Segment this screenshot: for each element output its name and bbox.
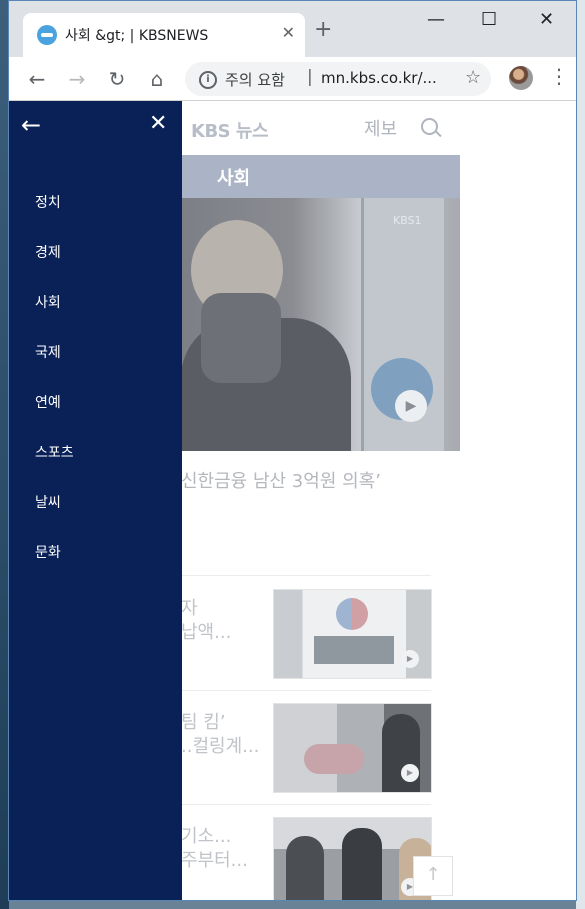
list-item-line: 주부터... — [181, 850, 248, 871]
star-icon[interactable]: ☆ — [465, 67, 481, 88]
kbs-favicon-icon — [37, 25, 57, 45]
info-icon[interactable]: i — [199, 71, 217, 89]
headline[interactable]: 신한금융 남산 3억원 의혹’ — [181, 467, 381, 493]
divider — [181, 804, 431, 805]
report-link[interactable]: 제보 — [364, 115, 397, 141]
kbs-news-logo[interactable]: KBS 뉴스 — [191, 117, 269, 143]
address-bar[interactable]: i 주의 요함 | mn.kbs.co.kr/... ☆ — [185, 62, 491, 96]
scroll-to-top-button[interactable]: ↑ — [413, 856, 453, 896]
play-icon[interactable]: ▶ — [395, 390, 427, 422]
list-item-thumbnail[interactable]: ▶ — [273, 817, 432, 900]
browser-window: 사회 &gt; | KBSNEWS ✕ + — ☐ ✕ ← → ↻ ⌂ i 주의… — [8, 0, 577, 901]
tab-title: 사회 &gt; | KBSNEWS — [65, 28, 209, 44]
url-text[interactable]: mn.kbs.co.kr/... — [321, 69, 437, 87]
list-item-line: 자 — [181, 598, 198, 619]
desktop-background-right — [576, 0, 585, 909]
list-item-line: ..컬링계... — [181, 736, 260, 757]
play-icon[interactable]: ▶ — [401, 764, 419, 782]
security-warning: 주의 요함 — [225, 71, 285, 89]
divider — [181, 690, 431, 691]
close-icon[interactable]: ✕ — [149, 111, 167, 136]
home-icon[interactable]: ⌂ — [143, 65, 171, 93]
hero-scarf — [201, 293, 281, 383]
list-item-title[interactable]: 기소... 주부터... — [181, 825, 248, 873]
minimize-button[interactable]: — — [427, 9, 445, 30]
menu-item-economy[interactable]: 경제 — [35, 242, 61, 262]
profile-avatar[interactable] — [509, 66, 533, 90]
menu-item-politics[interactable]: 정치 — [35, 192, 61, 212]
list-item-thumbnail[interactable]: ▶ — [273, 703, 432, 793]
browser-toolbar: ← → ↻ ⌂ i 주의 요함 | mn.kbs.co.kr/... ☆ ⋮ — [9, 57, 576, 101]
back-icon[interactable]: ← — [23, 65, 51, 93]
menu-item-international[interactable]: 국제 — [35, 342, 61, 362]
page-scrollbar[interactable] — [576, 101, 577, 901]
government-emblem-icon — [336, 598, 368, 630]
menu-item-entertainment[interactable]: 연예 — [35, 392, 61, 412]
divider — [181, 575, 431, 576]
menu-item-sports[interactable]: 스포츠 — [35, 442, 74, 462]
signboard — [314, 636, 394, 664]
forward-icon[interactable]: → — [63, 65, 91, 93]
person — [342, 828, 382, 900]
browser-titlebar: 사회 &gt; | KBSNEWS ✕ + — ☐ ✕ — [9, 1, 576, 57]
menu-item-weather[interactable]: 날씨 — [35, 492, 61, 512]
section-header: 사회 — [181, 155, 460, 198]
list-item-title[interactable]: 자 납액... — [181, 597, 231, 645]
hero-image[interactable]: KBS1 ▶ — [181, 198, 460, 451]
back-arrow-icon[interactable]: ← — [21, 111, 41, 139]
search-icon[interactable] — [421, 118, 438, 135]
reload-icon[interactable]: ↻ — [103, 65, 131, 93]
kebab-menu-icon[interactable]: ⋮ — [549, 64, 569, 88]
kbs1-badge: KBS1 — [393, 214, 422, 227]
list-item-line: 납액... — [181, 622, 232, 643]
flowers — [304, 744, 364, 774]
section-title: 사회 — [217, 168, 251, 189]
list-item-line: 기소... — [181, 826, 232, 847]
list-item-thumbnail[interactable]: ▶ — [273, 589, 432, 679]
new-tab-button[interactable]: + — [314, 18, 332, 42]
omnibox-separator: | — [307, 67, 313, 87]
side-menu-drawer: ← ✕ 정치 경제 사회 국제 연예 스포츠 날씨 문화 — [9, 101, 182, 900]
menu-item-culture[interactable]: 문화 — [35, 542, 61, 562]
list-item-line: 팀 킴’ — [181, 712, 226, 733]
maximize-button[interactable]: ☐ — [481, 9, 497, 30]
tab-close-icon[interactable]: ✕ — [282, 23, 295, 42]
person — [286, 836, 324, 900]
menu-item-society[interactable]: 사회 — [35, 292, 61, 312]
browser-tab[interactable]: 사회 &gt; | KBSNEWS ✕ — [23, 13, 305, 57]
list-item-title[interactable]: 팀 킴’ ..컬링계... — [181, 711, 259, 759]
play-icon[interactable]: ▶ — [401, 650, 419, 668]
close-window-button[interactable]: ✕ — [539, 9, 554, 30]
